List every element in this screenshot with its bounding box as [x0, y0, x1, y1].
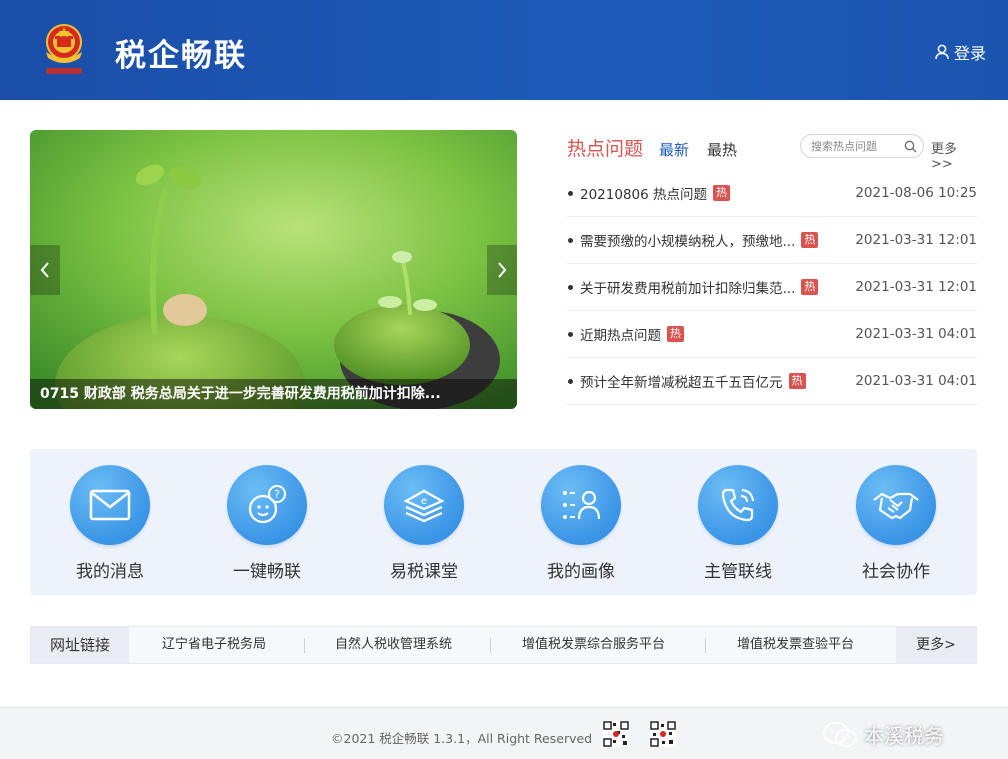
hot-list: 20210806 热点问题 热 2021-08-06 10:25 需要预缴的小规… [567, 170, 977, 405]
divider [304, 638, 305, 653]
login-button[interactable]: 登录 [935, 40, 986, 64]
login-label: 登录 [953, 44, 986, 63]
link-individual-tax-system[interactable]: 自然人税收管理系统 [335, 627, 452, 663]
link-liaoning-etax[interactable]: 辽宁省电子税务局 [162, 627, 266, 663]
hot-badge: 热 [667, 326, 684, 342]
hot-list-item[interactable]: 20210806 热点问题 热 2021-08-06 10:25 [567, 170, 977, 217]
hot-item-date: 2021-03-31 12:01 [855, 232, 977, 248]
tab-hot-questions[interactable]: 热点问题 [567, 134, 643, 161]
bullet-dot [568, 237, 573, 243]
watermark: 本溪税务 [822, 720, 944, 749]
quick-links-bar: 网址链接 辽宁省电子税务局 自然人税收管理系统 增值税发票综合服务平台 增值税发… [30, 626, 977, 664]
footer: ©2021 税企畅联 1.3.1，All Right Reserved 本溪税务 [0, 707, 1008, 759]
header: 税企畅联 登录 [0, 0, 1008, 100]
service-supervisor-line[interactable]: 主管联线 [678, 465, 798, 582]
hot-questions-panel: 热点问题 最新 最热 更多>> 20210806 热点问题 热 2021-08-… [567, 130, 977, 410]
hot-item-date: 2021-08-06 10:25 [855, 185, 977, 201]
hot-search-box [800, 134, 924, 158]
chevron-right-icon [498, 262, 507, 278]
banner-caption[interactable]: 0715 财政部 税务总局关于进一步完善研发费用税前加计扣除... [30, 379, 517, 409]
profile-list-icon [563, 490, 601, 520]
bullet-dot [568, 331, 573, 337]
hot-list-item[interactable]: 近期热点问题 热 2021-03-31 04:01 [567, 311, 977, 358]
hot-badge: 热 [713, 185, 731, 201]
svg-text:e: e [421, 496, 427, 507]
hot-item-title: 预计全年新增减税超五千五百亿元 [580, 375, 783, 391]
wechat-icon [823, 721, 857, 747]
hot-list-item[interactable]: 需要预缴的小规模纳税人，预缴地... 热 2021-03-31 12:01 [567, 217, 977, 264]
hot-badge: 热 [788, 373, 806, 389]
service-social-cooperation[interactable]: 社会协作 [836, 465, 956, 582]
hot-item-title: 需要预缴的小规模纳税人，预缴地... [580, 234, 796, 250]
svg-text:?: ? [274, 488, 280, 501]
tab-hottest[interactable]: 最热 [707, 139, 737, 160]
tax-emblem-logo [46, 24, 82, 74]
carousel-next-button[interactable] [487, 245, 517, 295]
qr-code-icon[interactable] [650, 721, 676, 747]
hot-item-title: 近期热点问题 [580, 328, 661, 344]
hot-search-input[interactable] [811, 138, 901, 154]
service-my-messages[interactable]: 我的消息 [50, 465, 170, 582]
qr-code-icon[interactable] [603, 721, 629, 747]
divider [490, 638, 491, 653]
book-stack-icon: e [403, 489, 445, 523]
service-my-profile[interactable]: 我的画像 [521, 465, 641, 582]
hot-badge: 热 [801, 232, 819, 248]
hot-item-date: 2021-03-31 04:01 [855, 326, 977, 342]
service-label: 社会协作 [862, 562, 930, 582]
hot-item-title: 20210806 热点问题 [580, 187, 708, 203]
chevron-left-icon [40, 262, 49, 278]
service-label: 我的画像 [547, 562, 615, 582]
service-one-click-link[interactable]: ? 一键畅联 [207, 465, 327, 582]
bullet-dot [568, 190, 573, 196]
link-vat-invoice-verify[interactable]: 增值税发票查验平台 [737, 627, 854, 663]
links-more-button[interactable]: 更多> [896, 627, 976, 663]
search-icon[interactable] [904, 140, 917, 153]
service-label: 我的消息 [76, 562, 144, 582]
app-title: 税企畅联 [115, 38, 247, 74]
service-shortcuts: 我的消息 ? 一键畅联 e 易税课堂 我的画像 主管联线 社会协作 [30, 449, 977, 595]
hot-badge: 热 [801, 279, 819, 295]
hot-item-date: 2021-03-31 12:01 [855, 279, 977, 295]
hot-item-date: 2021-03-31 04:01 [855, 373, 977, 389]
bullet-dot [568, 284, 573, 290]
phone-icon [721, 488, 754, 522]
hot-list-item[interactable]: 预计全年新增减税超五千五百亿元 热 2021-03-31 04:01 [567, 358, 977, 405]
hot-list-item[interactable]: 关于研发费用税前加计扣除归集范... 热 2021-03-31 12:01 [567, 264, 977, 311]
watermark-text: 本溪税务 [864, 724, 944, 748]
copyright-text: ©2021 税企畅联 1.3.1，All Right Reserved [331, 731, 593, 746]
hot-tabs: 热点问题 最新 最热 [567, 134, 755, 161]
envelope-icon [89, 489, 131, 521]
banner-image [30, 130, 517, 409]
tab-latest[interactable]: 最新 [659, 139, 689, 160]
service-label: 主管联线 [704, 562, 772, 582]
links-label: 网址链接 [31, 627, 129, 663]
banner-carousel[interactable]: 0715 财政部 税务总局关于进一步完善研发费用税前加计扣除... [30, 130, 517, 409]
service-label: 易税课堂 [390, 562, 458, 582]
bullet-dot [568, 378, 573, 384]
service-tax-classroom[interactable]: e 易税课堂 [364, 465, 484, 582]
divider [705, 638, 706, 653]
link-vat-invoice-service[interactable]: 增值税发票综合服务平台 [522, 627, 665, 663]
user-icon [935, 44, 949, 60]
carousel-prev-button[interactable] [30, 245, 60, 295]
handshake-icon [873, 492, 919, 520]
hot-item-title: 关于研发费用税前加计扣除归集范... [580, 281, 796, 297]
hot-more-link[interactable]: 更多>> [931, 138, 977, 172]
chat-face-icon: ? [248, 485, 286, 524]
service-label: 一键畅联 [233, 562, 301, 582]
